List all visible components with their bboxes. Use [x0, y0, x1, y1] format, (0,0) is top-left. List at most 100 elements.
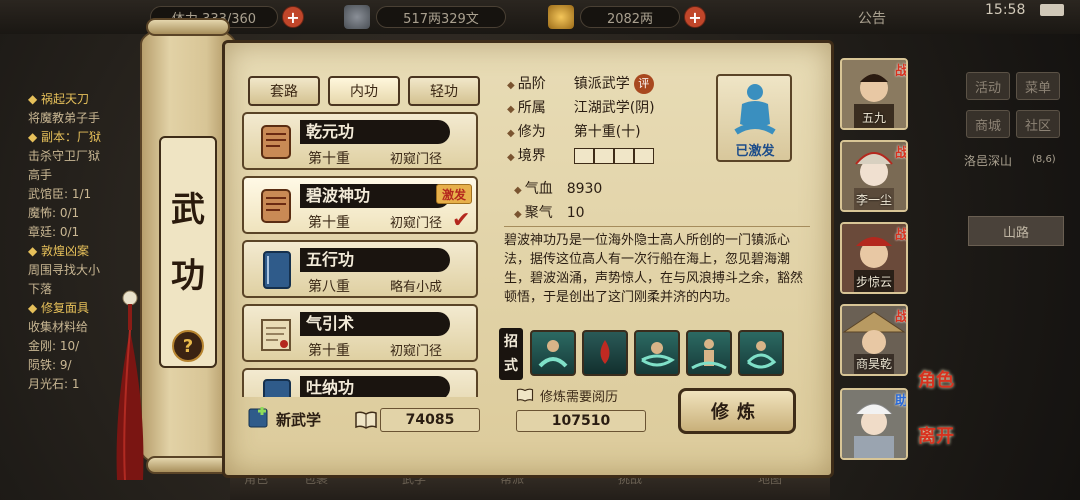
scroll-cap-bottom [146, 456, 230, 474]
wave-move-icon [538, 340, 568, 368]
belong-label: 所属 [517, 100, 546, 116]
party-member[interactable]: 战 步惊云 [840, 222, 908, 294]
title-char: 武 [171, 190, 205, 230]
party-member[interactable]: 战 五九 [840, 58, 908, 130]
qixue-value: 8930 [566, 181, 603, 197]
skill-item[interactable]: 气引术 第十重 初窥门径 [242, 304, 478, 362]
member-name: 五九 [861, 111, 886, 125]
skill-list[interactable]: 乾元功 第十重 初窥门径 碧波神功 激发 第十重 初窥门径 ✔ 五行功 第八重 … [242, 112, 482, 397]
skill-item[interactable]: 五行功 第八重 略有小成 [242, 240, 478, 298]
move-slot-4[interactable] [686, 330, 732, 376]
training-requirement-value: 107510 [516, 410, 646, 432]
grade-value: 镇派武学 [573, 76, 630, 92]
skill-portrait: 已激发 [716, 74, 792, 162]
whirl-move-icon [746, 341, 777, 369]
leave-button[interactable]: 离开 [918, 422, 966, 466]
help-icon[interactable]: ? [172, 330, 204, 362]
realm-label: 境界 [517, 148, 546, 164]
realm-slot [573, 148, 594, 164]
area-button[interactable]: 山路 [968, 216, 1064, 246]
tab-label: 套路 [270, 84, 298, 100]
realm-row: ◆ 境界 [507, 146, 654, 166]
skill-name: 碧波神功 [300, 184, 450, 208]
tab-lightness[interactable]: 轻功 [408, 76, 480, 106]
juqi-value: 10 [566, 205, 585, 221]
book-icon [263, 251, 291, 289]
training-requirement-label: 修炼需要阅历 [540, 390, 619, 405]
shop-button[interactable]: 商城 [966, 110, 1010, 138]
move-slot-2[interactable] [582, 330, 628, 376]
quest-line: 周围寻找大小 [28, 263, 101, 277]
skill-name: 吐纳功 [300, 376, 450, 397]
blood-drop-icon [600, 340, 610, 364]
gold-display: 2082两 [580, 6, 680, 28]
move-slot-3[interactable] [634, 330, 680, 376]
skill-stage: 初窥门径 [390, 344, 443, 359]
role-tag: 战 [894, 228, 908, 243]
quest-line: ◆ 敦煌凶案 [28, 244, 90, 258]
quest-line: ◆ 副本：厂狱 [28, 130, 102, 144]
activated-status: 已激发 [735, 144, 775, 159]
juqi-label: 聚气 [524, 205, 553, 221]
checkmark-icon: ✔ [452, 208, 471, 233]
quest-line: ◆ 祸起天刀 [28, 92, 90, 106]
clock: 15:58 [985, 2, 1026, 18]
activity-button[interactable]: 活动 [966, 72, 1010, 100]
skill-item[interactable]: 乾元功 第十重 初窥门径 [242, 112, 478, 170]
new-skill-button[interactable]: 新武学 [246, 404, 346, 434]
train-button[interactable]: 修炼 [678, 388, 796, 434]
party-member[interactable]: 战 李一尘 [840, 140, 908, 212]
skill-item[interactable]: 吐纳功 [242, 368, 478, 397]
add-stamina-button[interactable]: + [282, 6, 304, 28]
quest-line: 章廷: 0/1 [28, 225, 80, 239]
open-book-icon [516, 388, 534, 402]
tab-inner-skill[interactable]: 内功 [328, 76, 400, 106]
activated-badge: 激发 [436, 184, 472, 204]
skill-item[interactable]: 碧波神功 激发 第十重 初窥门径 ✔ [242, 176, 478, 234]
skill-stage: 初窥门径 [390, 216, 443, 231]
role-tag: 战 [894, 146, 908, 161]
help-glyph: ? [182, 335, 194, 357]
quest-line: 魔怖: 0/1 [28, 206, 80, 220]
new-book-icon [248, 407, 268, 428]
tab-routines[interactable]: 套路 [248, 76, 320, 106]
skill-level: 第十重 [308, 343, 350, 359]
move-slot-5[interactable] [738, 330, 784, 376]
right-menu: 活动 菜单 商城 社区 洛邑深山 (8,6) 山路 [958, 60, 1068, 490]
quest-line: 击杀守卫厂狱 [28, 149, 101, 163]
skill-name: 气引术 [300, 312, 450, 336]
new-skill-label: 新武学 [276, 411, 322, 429]
location-coords: (8,6) [1032, 154, 1056, 165]
party-member[interactable]: 助 [840, 388, 908, 460]
announcement-button[interactable]: 公告 [858, 8, 886, 28]
scroll-icon [261, 189, 291, 223]
quest-line: 武馆臣: 1/1 [28, 187, 92, 201]
location-name: 洛邑深山 [964, 154, 1013, 168]
member-name: 商昊乾 [855, 357, 892, 371]
belong-value: 江湖武学(阴) [573, 100, 655, 116]
money-text: 517两329文 [403, 11, 479, 27]
add-gold-button[interactable]: + [684, 6, 706, 28]
realm-slot [593, 148, 614, 164]
skill-stage: 初窥门径 [390, 152, 443, 167]
training-requirement: 修炼需要阅历 [516, 386, 656, 406]
skill-description: 碧波神功乃是一位海外隐士高人所创的一门镇派心法，据传这位高人有一次行船在海上，忽… [504, 226, 810, 318]
gold-text: 2082两 [606, 11, 654, 27]
moves-label: 招式 [499, 328, 523, 380]
party-member[interactable]: 战 商昊乾 [840, 304, 908, 376]
realm-slot [633, 148, 654, 164]
open-book-icon [355, 411, 377, 429]
skill-stats: ◆ 气血 8930 ◆ 聚气 10 [506, 172, 806, 224]
menu-button[interactable]: 菜单 [1016, 72, 1060, 100]
community-button[interactable]: 社区 [1016, 110, 1060, 138]
move-slot-1[interactable] [530, 330, 576, 376]
meditating-figure-icon [734, 84, 776, 135]
scroll-icon [261, 125, 291, 159]
skill-name: 乾元功 [300, 120, 450, 144]
qixue-row: ◆ 气血 8930 [514, 181, 603, 197]
gold-ingot-icon [548, 5, 574, 29]
realm-slot [613, 148, 634, 164]
quest-line: 将魔教弟子手 [28, 111, 101, 125]
qixue-label: 气血 [524, 181, 553, 197]
role-button[interactable]: 角色 [918, 366, 966, 410]
